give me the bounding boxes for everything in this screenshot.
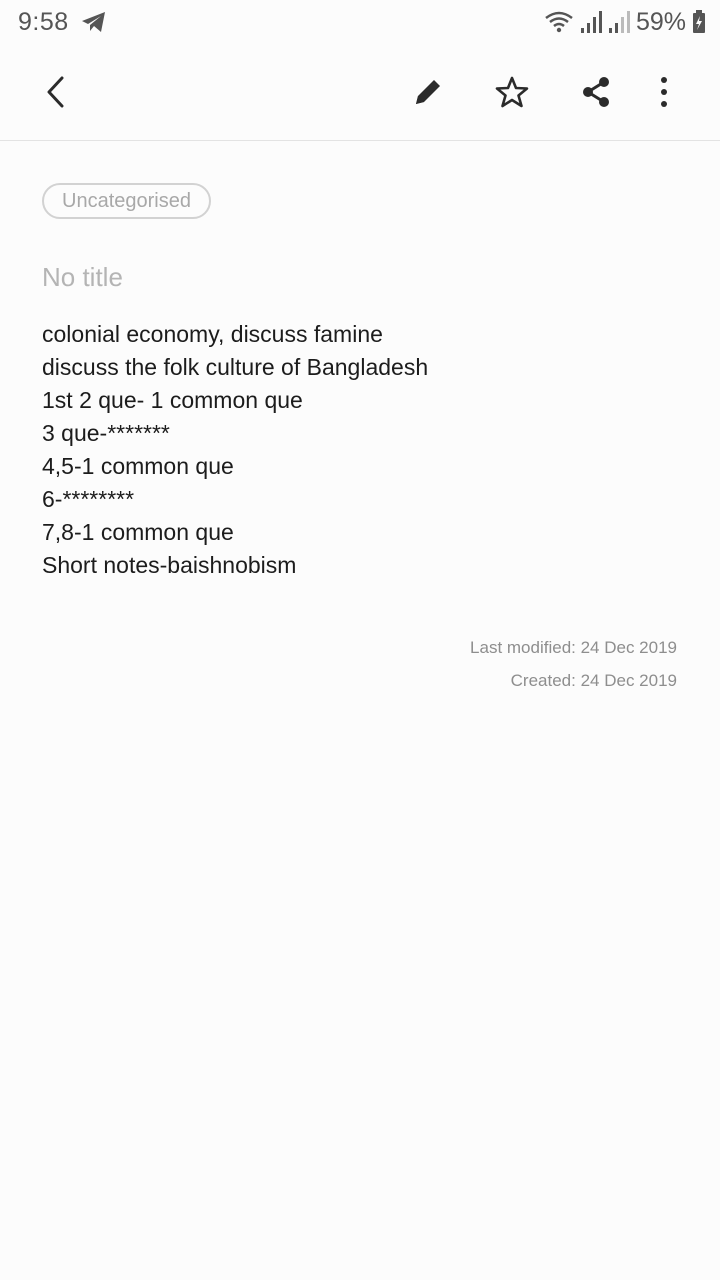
note-line: 1st 2 que- 1 common que: [42, 387, 303, 413]
signal-icon: [580, 10, 602, 34]
note-line: 4,5-1 common que: [42, 453, 234, 479]
pencil-icon: [412, 76, 444, 108]
signal-icon: [608, 10, 630, 34]
favourite-button[interactable]: [482, 44, 542, 140]
status-left: 9:58: [0, 8, 107, 37]
status-time: 9:58: [18, 7, 69, 36]
note-title[interactable]: No title: [42, 262, 123, 293]
note-toolbar: [0, 44, 720, 141]
battery-charging-icon: [692, 10, 706, 34]
note-line: discuss the folk culture of Bangladesh: [42, 354, 429, 380]
status-right: 59%: [544, 8, 720, 37]
back-arrow-icon: [44, 76, 68, 108]
telegram-icon: [81, 10, 107, 34]
back-button[interactable]: [26, 44, 86, 140]
battery-percentage: 59%: [635, 7, 686, 36]
share-icon: [580, 75, 612, 109]
note-body[interactable]: colonial economy, discuss famine discuss…: [42, 318, 682, 582]
status-bar: 9:58 59%: [0, 0, 720, 44]
note-line: 3 que-*******: [42, 420, 170, 446]
note-line: Short notes-baishnobism: [42, 552, 297, 578]
more-options-button[interactable]: [634, 44, 694, 140]
last-modified-date: Last modified: 24 Dec 2019: [470, 638, 677, 657]
more-vertical-icon: [659, 76, 669, 108]
created-date: Created: 24 Dec 2019: [510, 671, 677, 690]
edit-button[interactable]: [398, 44, 458, 140]
category-chip[interactable]: Uncategorised: [42, 183, 211, 219]
star-outline-icon: [495, 75, 529, 109]
wifi-icon: [544, 10, 574, 34]
note-line: colonial economy, discuss famine: [42, 321, 383, 347]
share-button[interactable]: [566, 44, 626, 140]
note-line: 6-********: [42, 486, 135, 512]
note-line: 7,8-1 common que: [42, 519, 234, 545]
